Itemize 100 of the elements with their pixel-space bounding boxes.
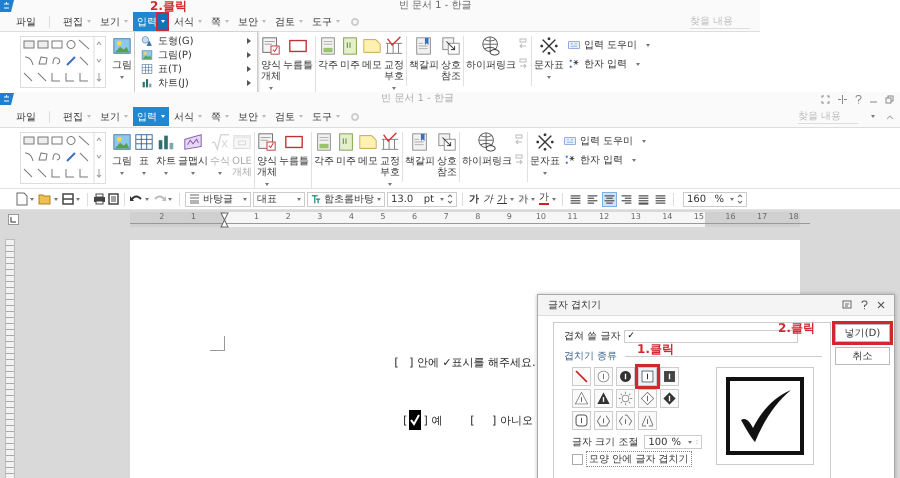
- ribbon-small-button[interactable]: 한자 입력: [564, 153, 646, 167]
- ribbon-button[interactable]: 양식 개체: [256, 132, 278, 189]
- new-document-icon[interactable]: [16, 192, 28, 206]
- menu-tab[interactable]: 보기: [96, 12, 132, 31]
- ribbon-small-button[interactable]: 입력 도우미: [568, 38, 650, 52]
- character-format-button[interactable]: 가: [517, 192, 536, 206]
- split-icon[interactable]: [837, 94, 848, 104]
- shape-option[interactable]: [638, 389, 657, 408]
- ribbon-button[interactable]: 각주: [317, 36, 339, 71]
- caret-icon[interactable]: [869, 115, 877, 118]
- shape-option[interactable]: [594, 389, 613, 408]
- menu-tab[interactable]: 입력: [133, 12, 169, 31]
- shape-option[interactable]: [572, 411, 591, 430]
- help-icon[interactable]: [855, 94, 862, 104]
- ribbon-button[interactable]: 각주: [313, 132, 335, 167]
- ribbon-button[interactable]: 문자표: [529, 132, 561, 178]
- checkbox[interactable]: [572, 454, 583, 464]
- indent-marker-icon[interactable]: [220, 212, 230, 228]
- ribbon-button[interactable]: 표: [133, 132, 155, 178]
- ribbon-small-button[interactable]: 입력 도우미: [564, 134, 646, 148]
- note-icon: [358, 132, 378, 152]
- menu-item[interactable]: 그림(P): [135, 48, 257, 62]
- shape-option[interactable]: [572, 367, 591, 386]
- ribbon-button[interactable]: 그림: [111, 36, 133, 82]
- checkbox-label[interactable]: 모양 안에 글자 겹치기: [586, 451, 692, 467]
- shape-option[interactable]: [660, 367, 679, 386]
- menu-item[interactable]: 차트(J): [135, 76, 257, 90]
- menu-tab[interactable]: 보기: [96, 107, 132, 126]
- file-menu[interactable]: 파일: [12, 108, 40, 126]
- character-format-button[interactable]: 가: [482, 192, 494, 206]
- shape-option[interactable]: [572, 389, 591, 408]
- menu-tab[interactable]: 검토: [271, 12, 307, 31]
- font-dropdown[interactable]: 함초롬바탕: [307, 192, 385, 206]
- undo-icon[interactable]: [130, 194, 143, 204]
- character-format-button[interactable]: 가: [538, 193, 557, 205]
- ribbon-button[interactable]: 하이퍼링크: [461, 132, 513, 167]
- menu-tab[interactable]: 쪽: [207, 107, 233, 126]
- menu-tab[interactable]: 도구: [308, 107, 344, 126]
- search-field[interactable]: 찾을 내용: [690, 14, 750, 29]
- menu-item[interactable]: 도형(G): [135, 34, 257, 48]
- ribbon-button[interactable]: 차트: [155, 132, 177, 178]
- shape-option[interactable]: [616, 367, 635, 386]
- paragraph-dropdown[interactable]: 대표: [253, 192, 305, 206]
- menu-tab[interactable]: 입력: [133, 107, 169, 126]
- character-format-button[interactable]: 가: [496, 192, 515, 206]
- dialog-button[interactable]: 취소: [835, 347, 890, 365]
- menu-tab[interactable]: 보안: [234, 12, 270, 31]
- folder-icon[interactable]: [38, 193, 52, 205]
- ribbon-button[interactable]: 문자표: [533, 36, 565, 82]
- close-icon[interactable]: [877, 301, 885, 309]
- print-icon[interactable]: [93, 193, 106, 205]
- menu-tab[interactable]: 검토: [271, 107, 307, 126]
- menu-tab[interactable]: 편집: [59, 12, 95, 31]
- align-button[interactable]: [602, 192, 617, 206]
- ribbon-button[interactable]: 그림: [111, 132, 133, 178]
- ribbon-button[interactable]: 누름틀: [278, 132, 310, 167]
- preview-icon[interactable]: [108, 193, 119, 205]
- note-icon[interactable]: [842, 300, 852, 310]
- line-spacing-field[interactable]: 160 %: [683, 192, 747, 206]
- menu-tab[interactable]: 서식: [170, 12, 206, 31]
- character-format-button[interactable]: 가: [468, 192, 480, 206]
- menu-tab[interactable]: 보안: [234, 107, 270, 126]
- ribbon-button[interactable]: 책갈피: [408, 36, 440, 71]
- ribbon-button[interactable]: 하이퍼링크: [465, 36, 517, 71]
- style-dropdown[interactable]: 바탕글: [185, 192, 251, 206]
- menu-tab[interactable]: 도구: [308, 12, 344, 31]
- menu-tab[interactable]: 서식: [170, 107, 206, 126]
- ribbon-button[interactable]: 책갈피: [404, 132, 436, 167]
- fullscreen-icon[interactable]: [821, 94, 830, 104]
- shape-option[interactable]: [616, 389, 635, 408]
- restore-icon[interactable]: [885, 94, 894, 104]
- file-menu[interactable]: 파일: [12, 12, 40, 30]
- size-field[interactable]: 100 %: [644, 435, 702, 449]
- help-icon[interactable]: [861, 300, 868, 310]
- ribbon-button[interactable]: 상호 참조: [440, 36, 462, 82]
- ribbon-button[interactable]: 글맵시: [177, 132, 209, 178]
- search-field[interactable]: 찾을 내용: [798, 109, 858, 124]
- ruler-corner-icon[interactable]: [8, 214, 19, 225]
- menu-tab[interactable]: 쪽: [207, 12, 233, 31]
- caret-icon[interactable]: [158, 14, 167, 29]
- spinner-icon[interactable]: [447, 193, 453, 205]
- shape-option[interactable]: [616, 411, 635, 430]
- ribbon-button[interactable]: 양식 개체: [260, 36, 282, 92]
- ribbon-button[interactable]: 미주: [339, 36, 361, 71]
- shape-option[interactable]: [638, 411, 657, 430]
- shape-option[interactable]: [660, 389, 679, 408]
- ribbon-button[interactable]: 메모: [361, 36, 383, 71]
- ribbon-button[interactable]: 상호 참조: [436, 132, 458, 178]
- menu-item[interactable]: 표(T): [135, 62, 257, 76]
- ribbon-button[interactable]: 누름틀: [282, 36, 314, 71]
- ribbon-small-button[interactable]: 한자 입력: [568, 57, 650, 71]
- ribbon-button[interactable]: 메모: [357, 132, 379, 167]
- shape-option[interactable]: [594, 411, 613, 430]
- shape-option[interactable]: [638, 367, 657, 386]
- spinner-icon[interactable]: [737, 193, 743, 205]
- menu-tab[interactable]: 편집: [59, 107, 95, 126]
- save-icon[interactable]: [62, 193, 74, 205]
- dialog-button[interactable]: 넣기(D): [835, 324, 890, 342]
- font-size-field[interactable]: 13.0 pt: [387, 192, 457, 206]
- ribbon-button[interactable]: 미주: [335, 132, 357, 167]
